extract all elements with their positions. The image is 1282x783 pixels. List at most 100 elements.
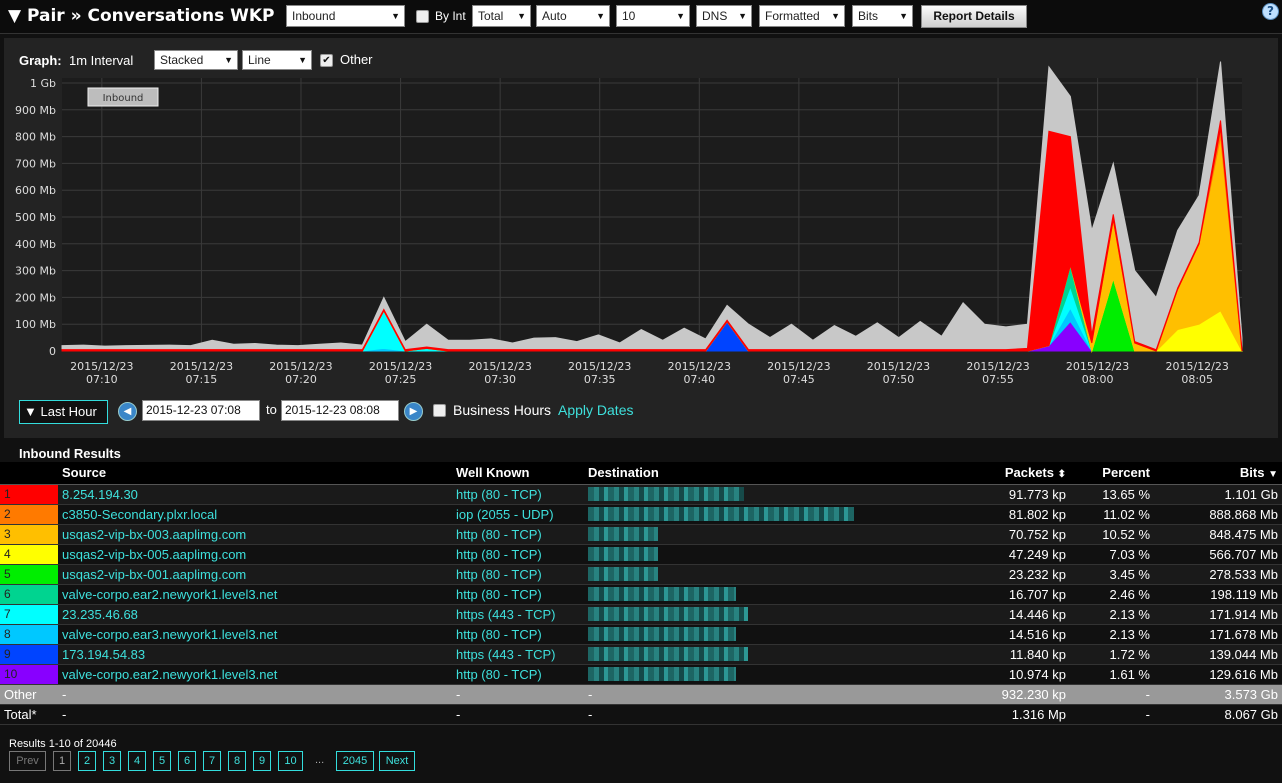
source-link[interactable]: 23.235.46.68: [58, 604, 452, 625]
source-link[interactable]: usqas2-vip-bx-005.aaplimg.com: [58, 544, 452, 565]
table-row[interactable]: 2 c3850-Secondary.plxr.local iop (2055 -…: [0, 504, 1282, 525]
bits-value: 171.914 Mb: [1154, 604, 1282, 625]
source-link[interactable]: valve-corpo.ear2.newyork1.level3.net: [58, 584, 452, 605]
report-details-button[interactable]: Report Details: [921, 5, 1027, 28]
time-range-button[interactable]: ▼ Last Hour: [19, 400, 108, 424]
packets-value: 47.249 kp: [868, 544, 1070, 565]
dns-select[interactable]: DNS ▼: [696, 5, 752, 27]
page-10-button[interactable]: 10: [278, 751, 303, 771]
end-date-input[interactable]: 2015-12-23 08:08: [281, 400, 399, 421]
prev-period-icon[interactable]: ◀: [118, 402, 137, 421]
next-page-button[interactable]: Next: [379, 751, 415, 771]
row-index: 2: [0, 504, 58, 525]
total-source: -: [58, 704, 452, 725]
total-select[interactable]: Total ▼: [472, 5, 531, 27]
packets-header[interactable]: Packets ⬍: [868, 462, 1070, 485]
total-well-known: -: [452, 704, 584, 725]
results-title: Inbound Results: [19, 446, 121, 461]
chevron-down-icon: ▼: [676, 11, 685, 21]
last-page-button[interactable]: 2045: [336, 751, 374, 771]
destination-redacted[interactable]: [584, 624, 868, 645]
page-4-button[interactable]: 4: [128, 751, 146, 771]
direction-select[interactable]: Inbound ▼: [286, 5, 405, 27]
destination-redacted[interactable]: [584, 664, 868, 685]
bits-value: 129.616 Mb: [1154, 664, 1282, 685]
row-index: 7: [0, 604, 58, 625]
destination-redacted[interactable]: [584, 504, 868, 525]
format-select[interactable]: Formatted ▼: [759, 5, 845, 27]
table-header-row: Source Well Known Destination Packets ⬍ …: [0, 462, 1282, 485]
page-3-button[interactable]: 3: [103, 751, 121, 771]
business-hours-checkbox[interactable]: [433, 404, 446, 417]
well-known-link[interactable]: https (443 - TCP): [452, 644, 584, 665]
percent-header[interactable]: Percent: [1070, 462, 1154, 485]
packets-value: 10.974 kp: [868, 664, 1070, 685]
well-known-link[interactable]: http (80 - TCP): [452, 664, 584, 685]
auto-select[interactable]: Auto ▼: [536, 5, 610, 27]
page-1-button[interactable]: 1: [53, 751, 71, 771]
results-table: Source Well Known Destination Packets ⬍ …: [0, 462, 1282, 725]
row-index: 4: [0, 544, 58, 565]
well-known-link[interactable]: http (80 - TCP): [452, 544, 584, 565]
page-9-button[interactable]: 9: [253, 751, 271, 771]
well-known-link[interactable]: https (443 - TCP): [452, 604, 584, 625]
table-row[interactable]: 1 8.254.194.30 http (80 - TCP) 91.773 kp…: [0, 484, 1282, 505]
table-row[interactable]: 7 23.235.46.68 https (443 - TCP) 14.446 …: [0, 604, 1282, 625]
well-known-link[interactable]: http (80 - TCP): [452, 564, 584, 585]
page-2-button[interactable]: 2: [78, 751, 96, 771]
source-link[interactable]: 8.254.194.30: [58, 484, 452, 505]
source-link[interactable]: usqas2-vip-bx-001.aaplimg.com: [58, 564, 452, 585]
well-known-link[interactable]: http (80 - TCP): [452, 524, 584, 545]
source-link[interactable]: 173.194.54.83: [58, 644, 452, 665]
start-date-input[interactable]: 2015-12-23 07:08: [142, 400, 260, 421]
page-title[interactable]: ▼ Pair » Conversations WKP: [8, 6, 275, 26]
page-8-button[interactable]: 8: [228, 751, 246, 771]
business-hours-label: Business Hours: [453, 402, 552, 418]
destination-redacted[interactable]: [584, 484, 868, 505]
table-row[interactable]: 6 valve-corpo.ear2.newyork1.level3.net h…: [0, 584, 1282, 605]
percent-value: 2.13 %: [1070, 624, 1154, 645]
table-row[interactable]: 10 valve-corpo.ear2.newyork1.level3.net …: [0, 664, 1282, 685]
table-row[interactable]: 5 usqas2-vip-bx-001.aaplimg.com http (80…: [0, 564, 1282, 585]
well-known-link[interactable]: http (80 - TCP): [452, 584, 584, 605]
packets-value: 11.840 kp: [868, 644, 1070, 665]
graph-panel: Graph: 1m Interval Stacked ▼ Line ▼ ✔ Othe…: [4, 38, 1278, 438]
sort-desc-icon[interactable]: ▼: [1268, 469, 1278, 480]
other-well-known: -: [452, 684, 584, 705]
count-select[interactable]: 10 ▼: [616, 5, 690, 27]
destination-redacted[interactable]: [584, 544, 868, 565]
percent-value: 13.65 %: [1070, 484, 1154, 505]
help-icon[interactable]: ?: [1262, 3, 1279, 20]
source-link[interactable]: valve-corpo.ear3.newyork1.level3.net: [58, 624, 452, 645]
apply-dates-link[interactable]: Apply Dates: [558, 402, 633, 418]
sort-icon[interactable]: ⬍: [1058, 469, 1066, 480]
table-row[interactable]: 8 valve-corpo.ear3.newyork1.level3.net h…: [0, 624, 1282, 645]
page-6-button[interactable]: 6: [178, 751, 196, 771]
x-tick-time: 07:10: [86, 373, 118, 386]
source-link[interactable]: usqas2-vip-bx-003.aaplimg.com: [58, 524, 452, 545]
destination-redacted[interactable]: [584, 524, 868, 545]
bits-header[interactable]: Bits ▼: [1154, 462, 1282, 485]
destination-redacted[interactable]: [584, 604, 868, 625]
destination-redacted[interactable]: [584, 584, 868, 605]
page-5-button[interactable]: 5: [153, 751, 171, 771]
source-link[interactable]: valve-corpo.ear2.newyork1.level3.net: [58, 664, 452, 685]
well-known-link[interactable]: iop (2055 - UDP): [452, 504, 584, 525]
table-row[interactable]: 9 173.194.54.83 https (443 - TCP) 11.840…: [0, 644, 1282, 665]
units-select[interactable]: Bits ▼: [852, 5, 913, 27]
table-row[interactable]: 4 usqas2-vip-bx-005.aaplimg.com http (80…: [0, 544, 1282, 565]
destination-header[interactable]: Destination: [584, 462, 868, 485]
source-header[interactable]: Source: [58, 462, 452, 485]
well-known-link[interactable]: http (80 - TCP): [452, 624, 584, 645]
destination-redacted[interactable]: [584, 644, 868, 665]
prev-page-button[interactable]: Prev: [9, 751, 46, 771]
by-int-checkbox[interactable]: [416, 10, 429, 23]
destination-redacted[interactable]: [584, 564, 868, 585]
well-known-link[interactable]: http (80 - TCP): [452, 484, 584, 505]
page-7-button[interactable]: 7: [203, 751, 221, 771]
percent-value: 1.72 %: [1070, 644, 1154, 665]
next-period-icon[interactable]: ▶: [404, 402, 423, 421]
well-known-header[interactable]: Well Known: [452, 462, 584, 485]
source-link[interactable]: c3850-Secondary.plxr.local: [58, 504, 452, 525]
table-row[interactable]: 3 usqas2-vip-bx-003.aaplimg.com http (80…: [0, 524, 1282, 545]
